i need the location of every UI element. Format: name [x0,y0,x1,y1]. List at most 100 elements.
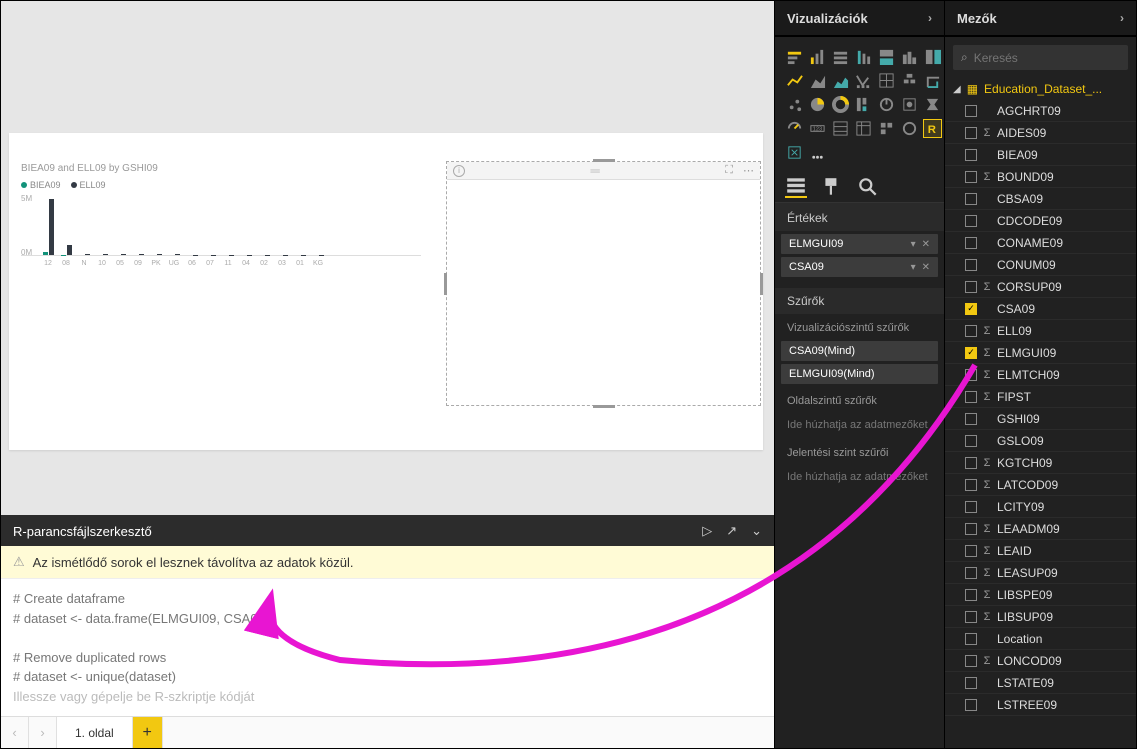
report-canvas[interactable]: BIEA09 and ELL09 by GSHI09 BIEA09 ELL09 … [1,1,774,515]
filter-chip[interactable]: CSA09(Mind) [781,341,938,361]
field-row[interactable]: CDCODE09 [945,210,1136,232]
viz-type-icon[interactable] [923,95,942,114]
field-row[interactable]: ΣKGTCH09 [945,452,1136,474]
field-checkbox[interactable] [965,545,977,557]
field-row[interactable]: ΣCORSUP09 [945,276,1136,298]
value-field-chip[interactable]: CSA09▾✕ [781,257,938,277]
report-filter-dropzone[interactable]: Ide húzhatja az adatmezőket [775,463,944,491]
format-tab-icon[interactable] [821,176,843,198]
r-code-editor[interactable]: # Create dataframe # dataset <- data.fra… [1,579,774,716]
viz-type-icon[interactable] [877,71,896,90]
field-row[interactable]: ΣLIBSPE09 [945,584,1136,606]
tab-prev[interactable]: ‹ [1,717,29,748]
fields-tab-icon[interactable] [785,176,807,198]
chevron-down-icon[interactable]: ▾ [911,239,916,250]
field-row[interactable]: ΣFIPST [945,386,1136,408]
viz-type-icon[interactable]: R [923,119,942,138]
field-checkbox[interactable] [965,435,977,447]
field-row[interactable]: ΣLIBSUP09 [945,606,1136,628]
focus-icon[interactable]: ⛶ [725,164,733,177]
field-checkbox[interactable]: ✓ [965,303,977,315]
viz-type-icon[interactable] [854,71,873,90]
more-icon[interactable]: ⋯ [743,164,754,177]
field-checkbox[interactable] [965,479,977,491]
remove-icon[interactable]: ✕ [922,239,930,250]
viz-type-icon[interactable] [831,47,850,66]
filter-chip[interactable]: ELMGUI09(Mind) [781,364,938,384]
field-row[interactable]: ΣELMTCH09 [945,364,1136,386]
field-row[interactable]: ✓CSA09 [945,298,1136,320]
field-row[interactable]: ΣAIDES09 [945,122,1136,144]
field-checkbox[interactable] [965,171,977,183]
viz-type-icon[interactable] [831,95,850,114]
bar-chart-visual[interactable]: BIEA09 and ELL09 by GSHI09 BIEA09 ELL09 … [21,163,421,293]
viz-type-icon[interactable] [923,47,942,66]
run-script-icon[interactable]: ▷ [702,523,712,539]
field-checkbox[interactable] [965,105,977,117]
field-row[interactable]: ΣLATCOD09 [945,474,1136,496]
field-checkbox[interactable] [965,193,977,205]
field-checkbox[interactable] [965,567,977,579]
viz-type-icon[interactable] [923,71,942,90]
field-checkbox[interactable] [965,237,977,249]
viz-type-icon[interactable] [877,119,896,138]
viz-type-icon[interactable] [785,143,804,162]
field-checkbox[interactable] [965,501,977,513]
field-checkbox[interactable] [965,215,977,227]
add-page-button[interactable]: + [133,717,163,748]
table-header[interactable]: ◢ ▦ Education_Dataset_... [945,78,1136,100]
field-checkbox[interactable] [965,391,977,403]
field-checkbox[interactable] [965,655,977,667]
viz-type-icon[interactable] [808,95,827,114]
field-row[interactable]: GSHI09 [945,408,1136,430]
viz-type-icon[interactable] [831,71,850,90]
field-row[interactable]: ΣLEASUP09 [945,562,1136,584]
field-row[interactable]: CONAME09 [945,232,1136,254]
detach-icon[interactable]: ↗ [726,523,737,539]
field-checkbox[interactable] [965,127,977,139]
collapse-icon[interactable]: ⌄ [751,523,762,539]
field-row[interactable]: Location [945,628,1136,650]
analytics-tab-icon[interactable] [857,176,879,198]
field-checkbox[interactable] [965,589,977,601]
field-row[interactable]: ΣLEAID [945,540,1136,562]
field-checkbox[interactable] [965,633,977,645]
field-checkbox[interactable] [965,325,977,337]
field-checkbox[interactable] [965,677,977,689]
field-checkbox[interactable] [965,369,977,381]
field-checkbox[interactable] [965,699,977,711]
field-row[interactable]: LSTATE09 [945,672,1136,694]
fields-search[interactable]: ⌕ [953,45,1128,70]
field-row[interactable]: ΣELL09 [945,320,1136,342]
field-row[interactable]: ΣLEAADM09 [945,518,1136,540]
field-row[interactable]: BIEA09 [945,144,1136,166]
resize-handle[interactable] [593,159,615,162]
field-checkbox[interactable] [965,611,977,623]
field-row[interactable]: GSLO09 [945,430,1136,452]
viz-type-icon[interactable] [854,95,873,114]
collapse-panel-icon[interactable]: › [928,11,932,25]
field-checkbox[interactable]: ✓ [965,347,977,359]
field-checkbox[interactable] [965,149,977,161]
viz-type-icon[interactable] [900,47,919,66]
field-row[interactable]: CONUM09 [945,254,1136,276]
field-row[interactable]: CBSA09 [945,188,1136,210]
field-row[interactable]: LSTREE09 [945,694,1136,716]
viz-type-icon[interactable] [900,71,919,90]
viz-type-icon[interactable] [785,71,804,90]
viz-type-icon[interactable] [900,95,919,114]
field-checkbox[interactable] [965,259,977,271]
r-script-visual[interactable]: i ═ ⛶ ⋯ [446,161,761,406]
page-tab-1[interactable]: 1. oldal [57,717,133,748]
viz-type-icon[interactable] [785,47,804,66]
field-row[interactable]: ✓ΣELMGUI09 [945,342,1136,364]
field-row[interactable]: LCITY09 [945,496,1136,518]
field-checkbox[interactable] [965,523,977,535]
viz-type-icon[interactable] [900,119,919,138]
info-icon[interactable]: i [453,165,465,177]
viz-type-icon[interactable] [785,95,804,114]
field-row[interactable]: ΣLONCOD09 [945,650,1136,672]
value-field-chip[interactable]: ELMGUI09▾✕ [781,234,938,254]
search-input[interactable] [974,51,1120,65]
viz-type-icon[interactable] [808,143,827,162]
